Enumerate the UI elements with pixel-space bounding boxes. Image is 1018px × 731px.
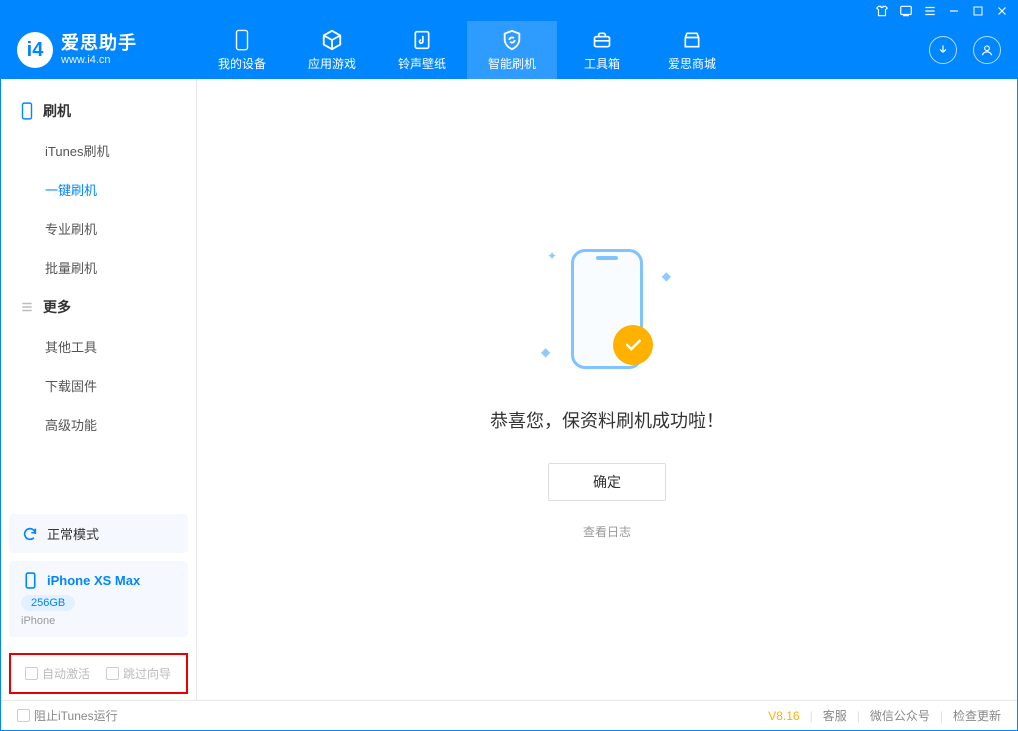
shield-refresh-icon bbox=[501, 29, 523, 51]
sidebar-item-advanced[interactable]: 高级功能 bbox=[1, 405, 196, 444]
checkbox-label: 自动激活 bbox=[42, 665, 90, 682]
app-subtitle: www.i4.cn bbox=[61, 54, 137, 66]
header: i4 爱思助手 www.i4.cn 我的设备 应用游戏 铃声壁纸 智能刷机 bbox=[1, 21, 1017, 79]
logo: i4 爱思助手 www.i4.cn bbox=[17, 32, 197, 68]
nav-tabs: 我的设备 应用游戏 铃声壁纸 智能刷机 工具箱 爱思商城 bbox=[197, 21, 737, 79]
tab-toolbox[interactable]: 工具箱 bbox=[557, 21, 647, 79]
sidebar-item-itunes-flash[interactable]: iTunes刷机 bbox=[1, 131, 196, 170]
tab-apps[interactable]: 应用游戏 bbox=[287, 21, 377, 79]
feedback-icon[interactable] bbox=[899, 4, 913, 18]
device-capacity-badge: 256GB bbox=[21, 595, 75, 611]
version-label: V8.16 bbox=[768, 709, 799, 723]
tab-flash[interactable]: 智能刷机 bbox=[467, 21, 557, 79]
tab-label: 智能刷机 bbox=[488, 55, 536, 72]
refresh-icon bbox=[21, 525, 39, 543]
cube-icon bbox=[321, 29, 343, 51]
sidebar-group-more: 更多 bbox=[1, 287, 196, 327]
tab-label: 爱思商城 bbox=[668, 55, 716, 72]
main-body: 刷机 iTunes刷机 一键刷机 专业刷机 批量刷机 更多 其他工具 下载固件 … bbox=[1, 79, 1017, 700]
checkbox-block-itunes[interactable]: 阻止iTunes运行 bbox=[17, 707, 118, 724]
checkbox-label: 阻止iTunes运行 bbox=[34, 707, 118, 724]
checkbox-icon bbox=[17, 709, 30, 722]
tab-ringtones[interactable]: 铃声壁纸 bbox=[377, 21, 467, 79]
sparkle-icon: ✦ bbox=[547, 249, 557, 263]
titlebar bbox=[1, 1, 1017, 21]
sidebar-item-oneclick-flash[interactable]: 一键刷机 bbox=[1, 170, 196, 209]
app-title: 爱思助手 bbox=[61, 34, 137, 54]
content-area: ✦ ◆ ◆ 恭喜您，保资料刷机成功啦！ 确定 查看日志 bbox=[197, 79, 1017, 700]
checkbox-skip-guide[interactable]: 跳过向导 bbox=[106, 665, 171, 682]
music-icon bbox=[411, 29, 433, 51]
sidebar-item-download-firmware[interactable]: 下载固件 bbox=[1, 366, 196, 405]
tab-label: 应用游戏 bbox=[308, 55, 356, 72]
menu-icon[interactable] bbox=[923, 4, 937, 18]
view-log-link[interactable]: 查看日志 bbox=[583, 523, 631, 540]
success-illustration: ✦ ◆ ◆ bbox=[537, 239, 677, 379]
list-icon bbox=[19, 299, 35, 315]
ok-button[interactable]: 确定 bbox=[548, 463, 666, 501]
user-icon[interactable] bbox=[973, 36, 1001, 64]
toolbox-icon bbox=[591, 29, 613, 51]
header-actions bbox=[929, 36, 1001, 64]
sidebar: 刷机 iTunes刷机 一键刷机 专业刷机 批量刷机 更多 其他工具 下载固件 … bbox=[1, 79, 197, 700]
sparkle-icon: ◆ bbox=[541, 345, 550, 359]
device-mode-label: 正常模式 bbox=[47, 524, 99, 543]
success-message: 恭喜您，保资料刷机成功啦！ bbox=[490, 407, 724, 433]
statusbar: 阻止iTunes运行 V8.16 | 客服 | 微信公众号 | 检查更新 bbox=[1, 700, 1017, 730]
separator: | bbox=[940, 709, 943, 723]
close-icon[interactable] bbox=[995, 4, 1009, 18]
tab-label: 我的设备 bbox=[218, 55, 266, 72]
sidebar-group-flash: 刷机 bbox=[1, 91, 196, 131]
device-block: 正常模式 iPhone XS Max 256GB iPhone bbox=[1, 514, 196, 647]
highlighted-options: 自动激活 跳过向导 bbox=[9, 653, 188, 694]
tab-label: 工具箱 bbox=[584, 55, 620, 72]
tab-my-device[interactable]: 我的设备 bbox=[197, 21, 287, 79]
wechat-link[interactable]: 微信公众号 bbox=[870, 707, 930, 724]
sidebar-item-pro-flash[interactable]: 专业刷机 bbox=[1, 209, 196, 248]
checkbox-auto-activate[interactable]: 自动激活 bbox=[25, 665, 90, 682]
device-mode-card[interactable]: 正常模式 bbox=[9, 514, 188, 553]
sparkle-icon: ◆ bbox=[662, 269, 671, 283]
group-title: 刷机 bbox=[43, 101, 71, 121]
store-icon bbox=[681, 29, 703, 51]
support-link[interactable]: 客服 bbox=[823, 707, 847, 724]
phone-icon bbox=[19, 103, 35, 119]
app-window: i4 爱思助手 www.i4.cn 我的设备 应用游戏 铃声壁纸 智能刷机 bbox=[0, 0, 1018, 731]
phone-small-icon bbox=[21, 571, 39, 589]
checkbox-label: 跳过向导 bbox=[123, 665, 171, 682]
checkbox-icon bbox=[106, 667, 119, 680]
download-icon[interactable] bbox=[929, 36, 957, 64]
checkbox-icon bbox=[25, 667, 38, 680]
device-info-card[interactable]: iPhone XS Max 256GB iPhone bbox=[9, 561, 188, 637]
sidebar-item-other-tools[interactable]: 其他工具 bbox=[1, 327, 196, 366]
group-title: 更多 bbox=[43, 297, 71, 317]
skin-icon[interactable] bbox=[875, 4, 889, 18]
logo-icon: i4 bbox=[17, 32, 53, 68]
device-icon bbox=[231, 29, 253, 51]
separator: | bbox=[810, 709, 813, 723]
minimize-icon[interactable] bbox=[947, 4, 961, 18]
tab-label: 铃声壁纸 bbox=[398, 55, 446, 72]
maximize-icon[interactable] bbox=[971, 4, 985, 18]
tab-store[interactable]: 爱思商城 bbox=[647, 21, 737, 79]
device-type: iPhone bbox=[21, 615, 176, 627]
sidebar-item-batch-flash[interactable]: 批量刷机 bbox=[1, 248, 196, 287]
device-name: iPhone XS Max bbox=[47, 573, 140, 588]
separator: | bbox=[857, 709, 860, 723]
check-update-link[interactable]: 检查更新 bbox=[953, 707, 1001, 724]
check-circle-icon bbox=[613, 325, 653, 365]
